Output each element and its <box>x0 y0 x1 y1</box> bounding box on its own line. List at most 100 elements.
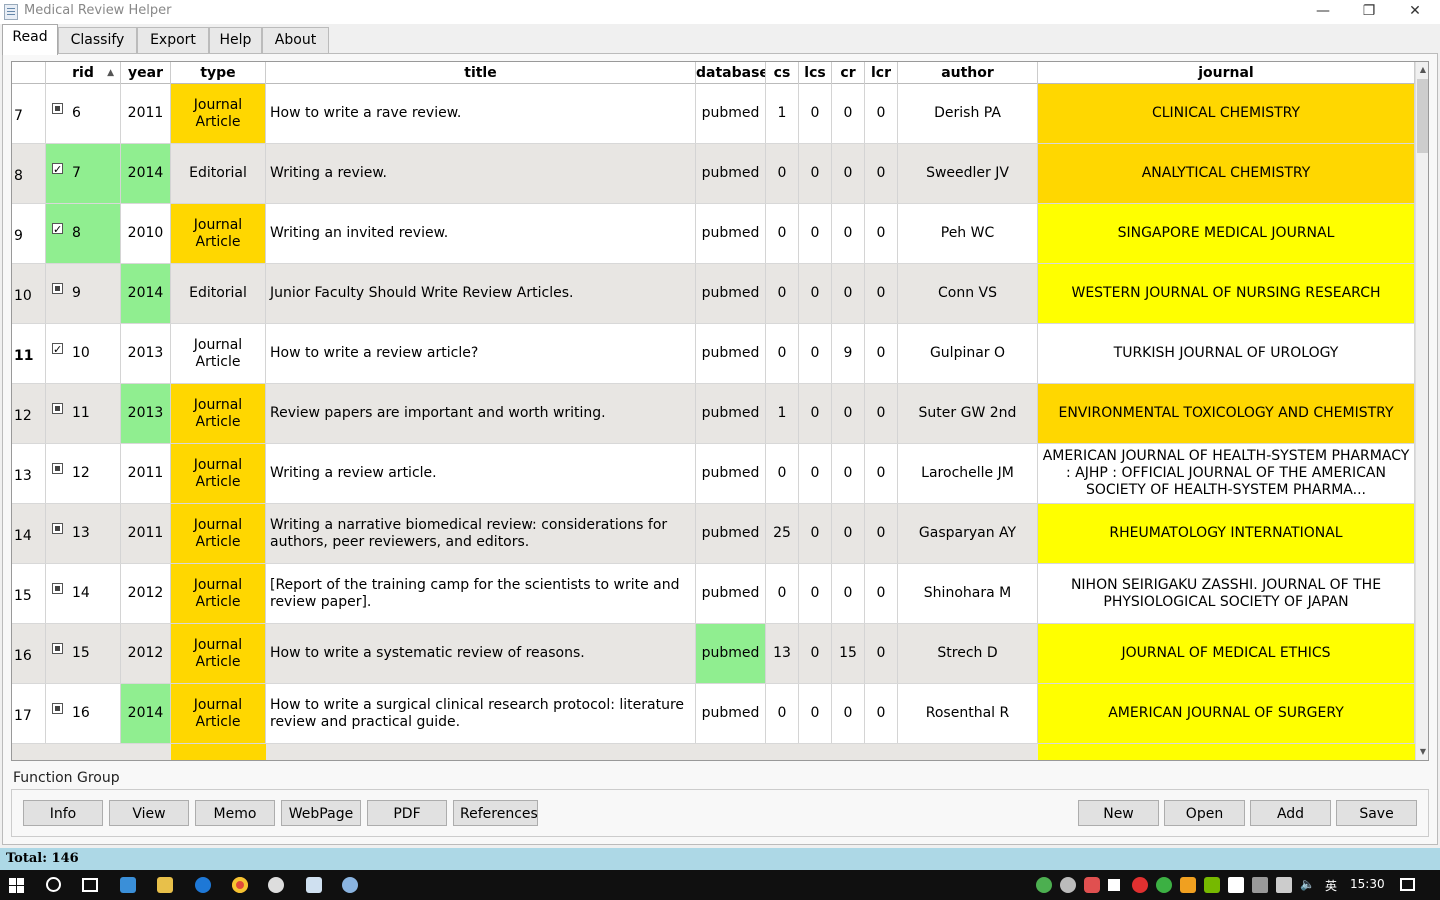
title-cell[interactable]: Review papers are important and worth wr… <box>266 384 696 443</box>
database-cell[interactable]: pubmed <box>696 564 766 623</box>
vertical-scrollbar[interactable]: ▲ ▼ <box>1415 62 1428 760</box>
year-cell[interactable]: 2014 <box>121 144 171 203</box>
lcs-cell[interactable]: 0 <box>799 204 832 263</box>
journal-cell[interactable]: WESTERN JOURNAL OF NURSING RESEARCH <box>1038 264 1415 323</box>
checkbox-checked[interactable] <box>52 221 63 238</box>
lcr-cell[interactable]: 0 <box>865 144 898 203</box>
checkbox-unchecked[interactable] <box>52 283 63 294</box>
journal-cell[interactable]: CLINICAL CHEMISTRY <box>1038 84 1415 143</box>
type-cell[interactable]: Journal Article <box>171 624 266 683</box>
lcs-cell[interactable]: 0 <box>799 444 832 503</box>
scroll-thumb[interactable] <box>1417 79 1428 153</box>
lcr-cell[interactable]: 0 <box>865 624 898 683</box>
header-journal[interactable]: journal <box>1038 62 1415 84</box>
pdf-button[interactable]: PDF <box>367 800 447 826</box>
file-explorer-icon[interactable] <box>157 877 173 893</box>
cs-cell[interactable]: 0 <box>766 444 799 503</box>
volume-icon[interactable]: 🔈 <box>1300 877 1315 891</box>
lcr-cell[interactable]: 0 <box>865 204 898 263</box>
telegram-icon[interactable] <box>1108 879 1120 891</box>
title-cell[interactable]: Writing a review article. <box>266 444 696 503</box>
year-cell[interactable]: 2014 <box>121 684 171 743</box>
type-cell[interactable]: Journal Article <box>171 384 266 443</box>
task-view-icon[interactable] <box>82 878 98 892</box>
type-cell[interactable]: Editorial <box>171 144 266 203</box>
cs-cell[interactable]: 0 <box>766 324 799 383</box>
lcs-cell[interactable]: 0 <box>799 564 832 623</box>
cr-cell[interactable]: 15 <box>832 624 865 683</box>
author-cell[interactable]: Conn VS <box>898 264 1038 323</box>
title-cell[interactable]: How to write a systematic review of reas… <box>266 624 696 683</box>
author-cell[interactable]: Derish PA <box>898 84 1038 143</box>
journal-cell[interactable]: ENVIRONMENTAL TOXICOLOGY AND CHEMISTRY <box>1038 384 1415 443</box>
row-number[interactable]: 12 <box>12 384 46 443</box>
database-cell[interactable]: pubmed <box>696 504 766 563</box>
cs-cell[interactable]: 0 <box>766 144 799 203</box>
cs-cell[interactable]: 25 <box>766 504 799 563</box>
database-cell[interactable]: pubmed <box>696 84 766 143</box>
header-type[interactable]: type <box>171 62 266 84</box>
row-number[interactable]: 8 <box>12 144 46 203</box>
search-icon[interactable] <box>46 877 61 892</box>
rid-cell[interactable]: 6 <box>46 84 121 143</box>
open-button[interactable]: Open <box>1164 800 1245 826</box>
clock[interactable]: 15:30 <box>1350 877 1385 891</box>
table-row[interactable]: 15 14 2012 Journal Article [Report of the tr… <box>12 564 1415 624</box>
checkbox-unchecked[interactable] <box>52 703 63 714</box>
tab-help[interactable]: Help <box>209 27 262 54</box>
memo-button[interactable]: Memo <box>195 800 275 826</box>
view-button[interactable]: View <box>109 800 189 826</box>
author-cell[interactable]: Suter GW 2nd <box>898 384 1038 443</box>
cr-cell[interactable]: 0 <box>832 204 865 263</box>
title-cell[interactable]: How to write a review article? <box>266 324 696 383</box>
author-cell[interactable]: Rosenthal R <box>898 684 1038 743</box>
tab-read[interactable]: Read <box>2 24 58 55</box>
journal-cell[interactable]: ANALYTICAL CHEMISTRY <box>1038 144 1415 203</box>
lcs-cell[interactable]: 0 <box>799 624 832 683</box>
tray-app-icon[interactable] <box>1060 877 1076 893</box>
close-button[interactable]: ✕ <box>1392 0 1438 24</box>
checkbox-unchecked[interactable] <box>52 583 63 594</box>
table-row[interactable]: 13 12 2011 Journal Article Writing a review … <box>12 444 1415 504</box>
rid-cell[interactable]: 15 <box>46 624 121 683</box>
title-cell[interactable]: Writing a narrative biomedical review: c… <box>266 504 696 563</box>
rid-cell[interactable]: 13 <box>46 504 121 563</box>
journal-cell[interactable]: TURKISH JOURNAL OF UROLOGY <box>1038 324 1415 383</box>
year-cell[interactable]: 2011 <box>121 84 171 143</box>
checkbox-unchecked[interactable] <box>52 523 63 534</box>
year-cell[interactable]: 2010 <box>121 204 171 263</box>
database-cell[interactable]: pubmed <box>696 264 766 323</box>
type-cell[interactable]: Journal Article <box>171 84 266 143</box>
table-row[interactable]: 10 9 2014 Editorial Junior Faculty Should Wr… <box>12 264 1415 324</box>
medical-review-helper-icon[interactable] <box>306 877 322 893</box>
lcr-cell[interactable]: 0 <box>865 564 898 623</box>
author-cell[interactable]: Gulpinar O <box>898 324 1038 383</box>
database-cell[interactable]: pubmed <box>696 384 766 443</box>
checkbox-unchecked[interactable] <box>52 463 63 474</box>
tab-about[interactable]: About <box>262 27 329 54</box>
year-cell[interactable]: 2013 <box>121 384 171 443</box>
lcr-cell[interactable]: 0 <box>865 444 898 503</box>
cs-cell[interactable]: 0 <box>766 564 799 623</box>
table-row[interactable]: 14 13 2011 Journal Article Writing a narrati… <box>12 504 1415 564</box>
new-button[interactable]: New <box>1078 800 1159 826</box>
cr-cell[interactable]: 0 <box>832 564 865 623</box>
table-row[interactable]: 16 15 2012 Journal Article How to write a sy… <box>12 624 1415 684</box>
row-number[interactable]: 9 <box>12 204 46 263</box>
row-number[interactable]: 7 <box>12 84 46 143</box>
type-cell[interactable]: Editorial <box>171 264 266 323</box>
title-cell[interactable]: Junior Faculty Should Write Review Artic… <box>266 264 696 323</box>
lcr-cell[interactable]: 0 <box>865 324 898 383</box>
checkbox-checked[interactable] <box>52 161 63 178</box>
info-button[interactable]: Info <box>23 800 103 826</box>
journal-cell[interactable]: JOURNAL OF MEDICAL ETHICS <box>1038 624 1415 683</box>
cr-cell[interactable]: 0 <box>832 444 865 503</box>
cs-cell[interactable]: 13 <box>766 624 799 683</box>
database-cell[interactable]: pubmed <box>696 144 766 203</box>
rid-cell[interactable]: 12 <box>46 444 121 503</box>
tab-export[interactable]: Export <box>137 27 209 54</box>
title-cell[interactable]: Writing an invited review. <box>266 204 696 263</box>
type-cell[interactable]: Journal Article <box>171 504 266 563</box>
references-button[interactable]: References <box>453 800 538 826</box>
cr-cell[interactable]: 0 <box>832 84 865 143</box>
